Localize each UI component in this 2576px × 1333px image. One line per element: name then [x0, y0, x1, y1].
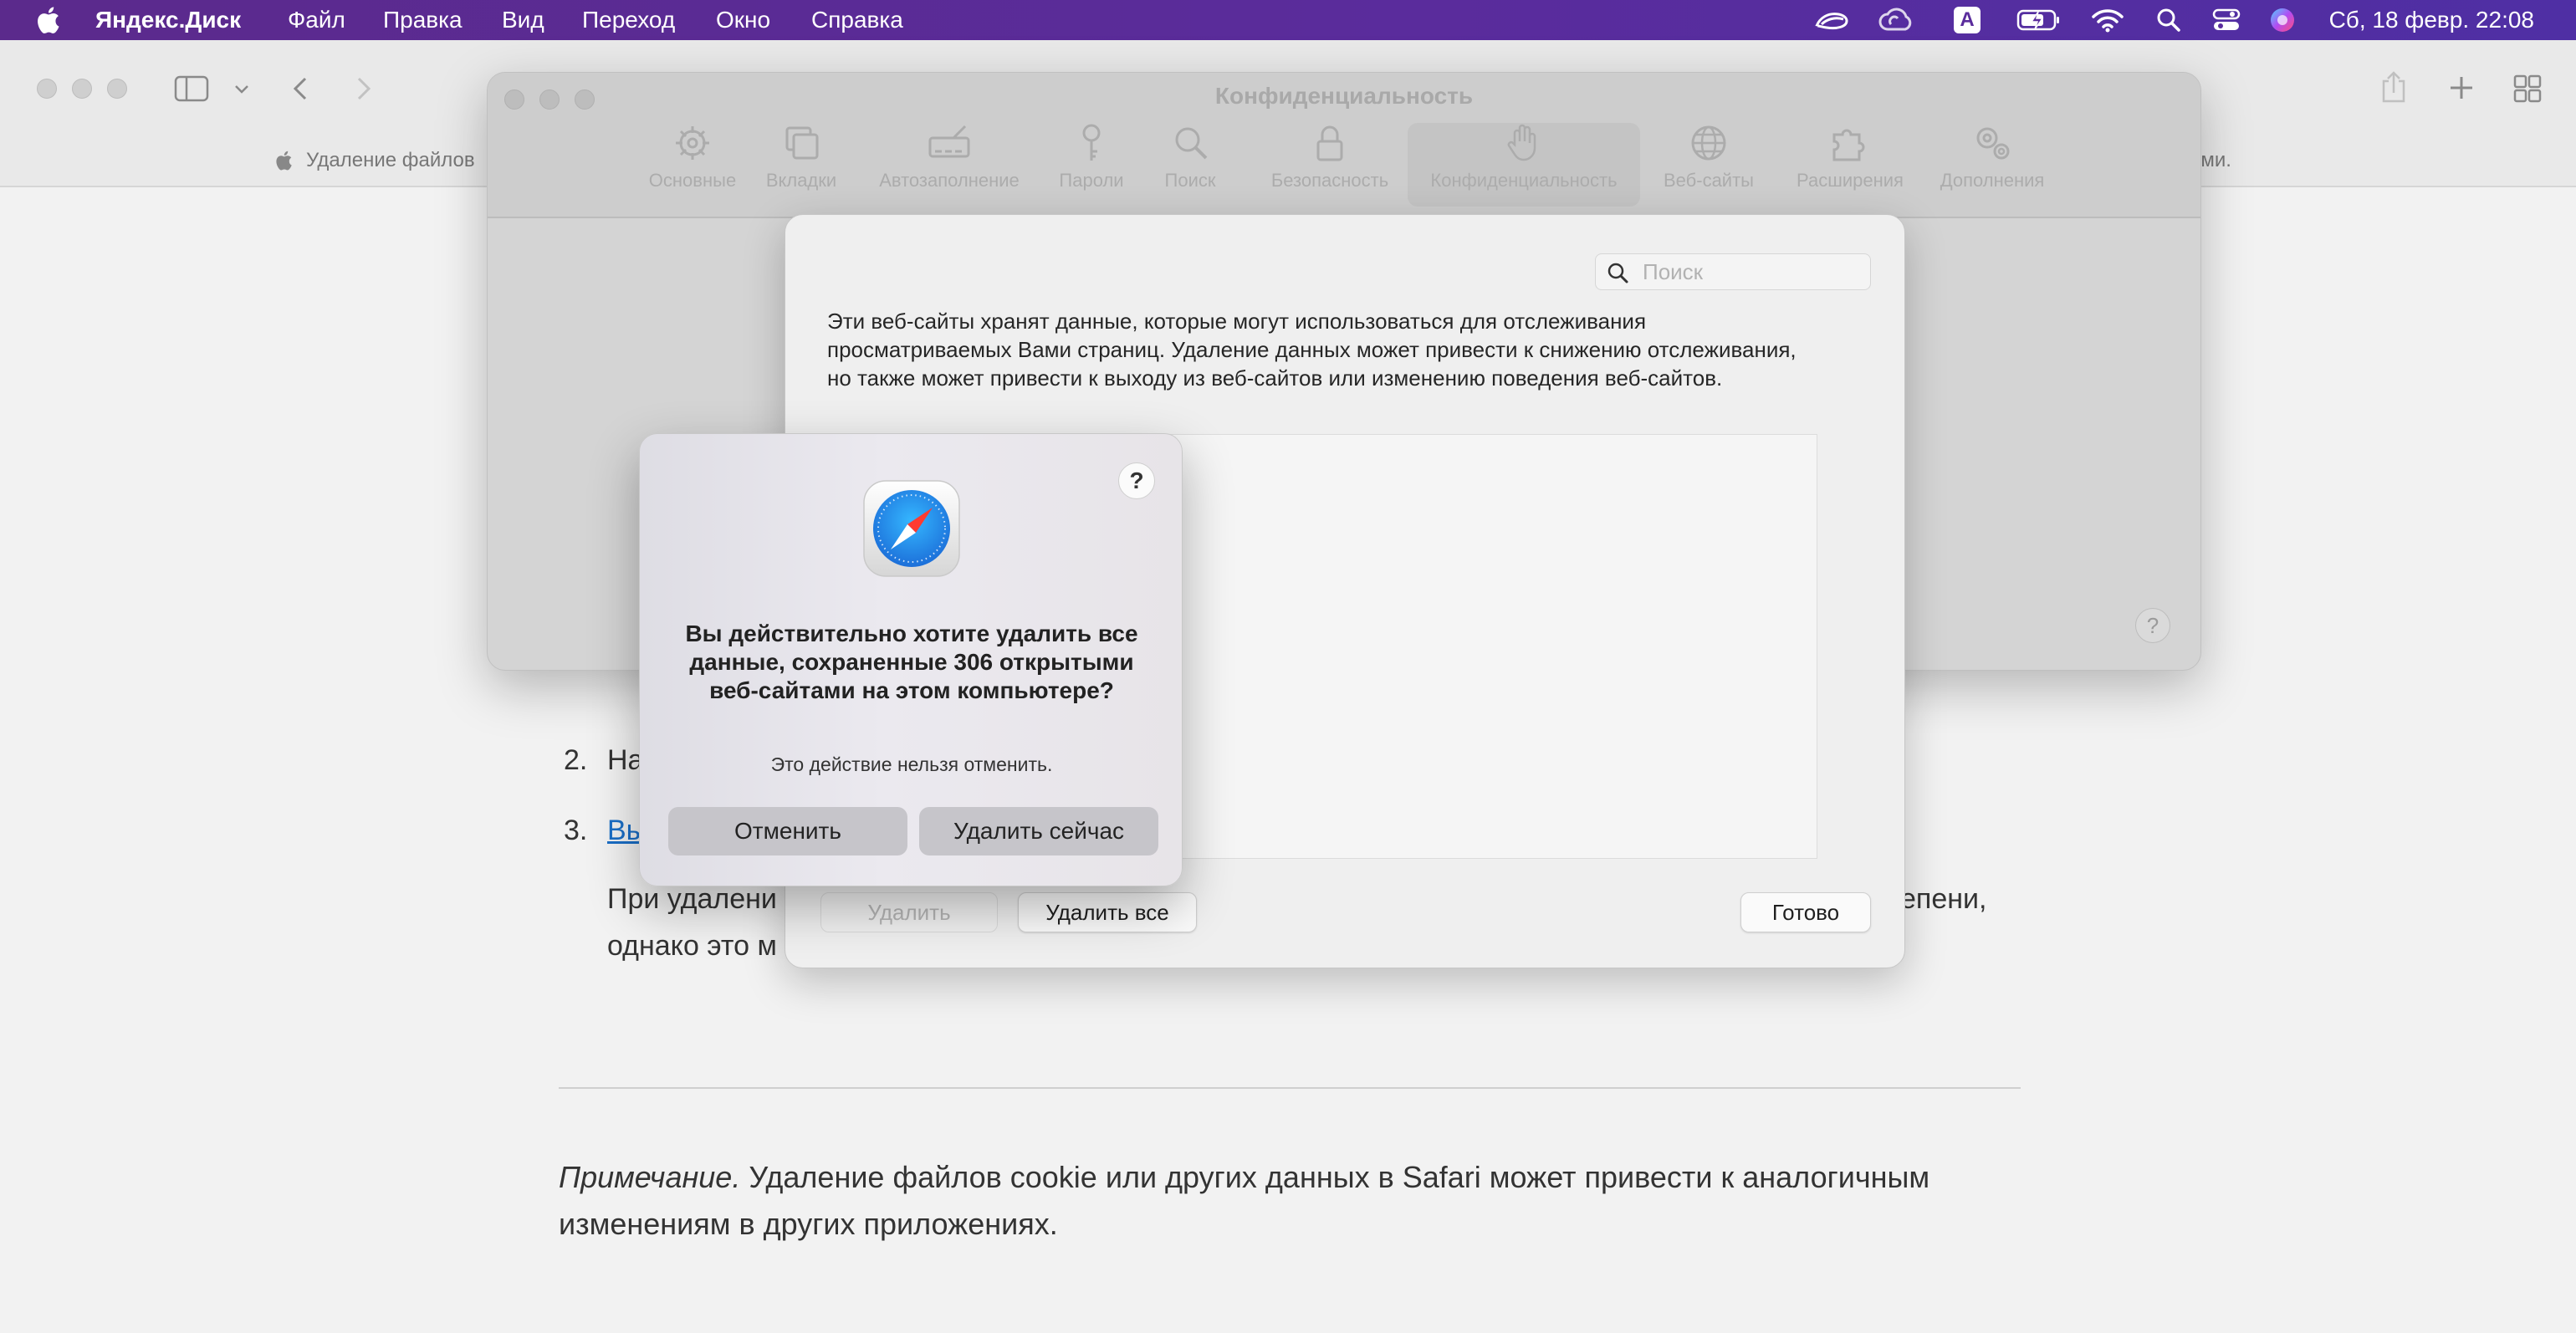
- tab-label: Дополнения: [1940, 170, 2045, 191]
- delete-now-button[interactable]: Удалить сейчас: [919, 807, 1158, 855]
- alert-help-button[interactable]: ?: [1118, 462, 1155, 499]
- confirm-alert: ? Вы действительно хотите удалить все да…: [639, 433, 1183, 886]
- input-source-label: A: [1954, 7, 1981, 33]
- list-text: На: [607, 744, 644, 776]
- back-icon[interactable]: [288, 72, 313, 105]
- tab-label: Безопасность: [1270, 170, 1389, 191]
- tab-search[interactable]: Поиск: [1148, 123, 1232, 207]
- note-text: Удаление файлов cookie или других данных…: [559, 1160, 1930, 1241]
- sidebar-toggle-icon[interactable]: [172, 74, 211, 104]
- apple-menu-icon[interactable]: [33, 5, 62, 35]
- menu-bar: Яндекс.Диск Файл Правка Вид Переход Окно…: [0, 0, 2576, 40]
- chevron-down-icon[interactable]: [231, 79, 253, 99]
- preferences-title: Конфиденциальность: [1214, 83, 1474, 109]
- input-source-icon[interactable]: A: [1952, 7, 1982, 33]
- wifi-icon[interactable]: [2089, 7, 2126, 33]
- hand-icon: [1507, 124, 1536, 161]
- yandex-disk-icon[interactable]: [1810, 7, 1852, 33]
- list-number: 2.: [564, 744, 588, 776]
- tab-label: Расширения: [1797, 170, 1904, 191]
- forward-icon[interactable]: [351, 72, 376, 105]
- tab-overview-icon[interactable]: [2512, 74, 2543, 104]
- done-button[interactable]: Готово: [1740, 892, 1871, 932]
- gear-icon: [676, 126, 709, 160]
- menubar-clock[interactable]: Сб, 18 февр. 22:08: [2329, 7, 2534, 33]
- tab-passwords[interactable]: Пароли: [1050, 123, 1133, 207]
- spotlight-icon[interactable]: [2154, 7, 2183, 33]
- siri-icon[interactable]: [2268, 7, 2297, 33]
- search-icon: [1175, 127, 1208, 160]
- apple-favicon-icon: [273, 149, 294, 172]
- tab-security[interactable]: Безопасность: [1250, 123, 1409, 207]
- tab-websites[interactable]: Веб-сайты: [1650, 123, 1767, 207]
- puzzle-icon: [1832, 129, 1865, 161]
- tab-extensions[interactable]: Расширения: [1779, 123, 1921, 207]
- window-minimize-button[interactable]: [72, 79, 92, 99]
- preferences-toolbar: Конфиденциальность Основные Вкладки Авто…: [488, 73, 2200, 218]
- paragraph-line-1-start: При удалени: [607, 883, 777, 915]
- tabs-icon: [785, 126, 819, 160]
- tab-label: Пароли: [1059, 170, 1124, 191]
- menu-window[interactable]: Окно: [716, 7, 770, 33]
- globe-icon: [1691, 125, 1726, 161]
- control-center-icon[interactable]: [2211, 7, 2241, 33]
- window-close-button[interactable]: [37, 79, 57, 99]
- tab-label: Автозаполнение: [879, 170, 1020, 191]
- tab-autofill[interactable]: Автозаполнение: [866, 123, 1033, 207]
- window-zoom-button[interactable]: [107, 79, 127, 99]
- tab-title-left[interactable]: Удаление файлов: [306, 149, 475, 172]
- tab-label: Вкладки: [765, 170, 837, 191]
- menu-app-name[interactable]: Яндекс.Диск: [95, 7, 241, 33]
- tab-general[interactable]: Основные: [647, 123, 739, 207]
- share-icon[interactable]: [2379, 69, 2409, 105]
- tab-label: Основные: [648, 170, 737, 191]
- remove-all-button[interactable]: Удалить все: [1018, 892, 1197, 932]
- menu-help[interactable]: Справка: [811, 7, 903, 33]
- menu-edit[interactable]: Правка: [383, 7, 463, 33]
- alert-message: Это действие нельзя отменить.: [770, 753, 1053, 775]
- lock-icon: [1316, 125, 1343, 161]
- paragraph-line-2: однако это м: [607, 930, 777, 962]
- website-data-description: Эти веб-сайты хранят данные, которые мог…: [827, 309, 1797, 391]
- safari-compass-icon: [863, 480, 960, 577]
- cancel-button[interactable]: Отменить: [668, 807, 907, 855]
- key-icon: [1082, 124, 1101, 161]
- divider: [559, 1087, 2021, 1089]
- search-placeholder: Поиск: [1643, 259, 1704, 284]
- preferences-help-button[interactable]: ?: [2135, 608, 2170, 643]
- search-icon: [1607, 263, 1628, 283]
- list-number: 3.: [564, 815, 588, 846]
- creative-cloud-icon[interactable]: [1877, 7, 1915, 33]
- remove-button[interactable]: Удалить: [820, 892, 998, 932]
- new-tab-icon[interactable]: [2447, 74, 2476, 102]
- menu-go[interactable]: Переход: [582, 7, 675, 33]
- autofill-icon: [928, 125, 970, 158]
- tab-label: Веб-сайты: [1663, 170, 1754, 191]
- paragraph-line-1-end: епени,: [1900, 883, 1987, 915]
- search-field[interactable]: Поиск: [1595, 253, 1871, 290]
- tab-tabs[interactable]: Вкладки: [755, 123, 847, 207]
- gears-icon: [1976, 127, 2010, 160]
- battery-icon[interactable]: [2016, 7, 2062, 33]
- alert-title: Вы действительно хотите удалить все данн…: [685, 621, 1138, 703]
- tab-label: Конфиденциальность: [1430, 170, 1618, 191]
- note-paragraph: Примечание. Удаление файлов cookie или д…: [559, 1154, 2031, 1248]
- tab-privacy[interactable]: Конфиденциальность: [1408, 123, 1640, 207]
- note-label: Примечание.: [559, 1160, 741, 1194]
- menu-view[interactable]: Вид: [502, 7, 544, 33]
- menu-file[interactable]: Файл: [288, 7, 345, 33]
- tab-label: Поиск: [1164, 170, 1216, 191]
- tab-advanced[interactable]: Дополнения: [1921, 123, 2063, 207]
